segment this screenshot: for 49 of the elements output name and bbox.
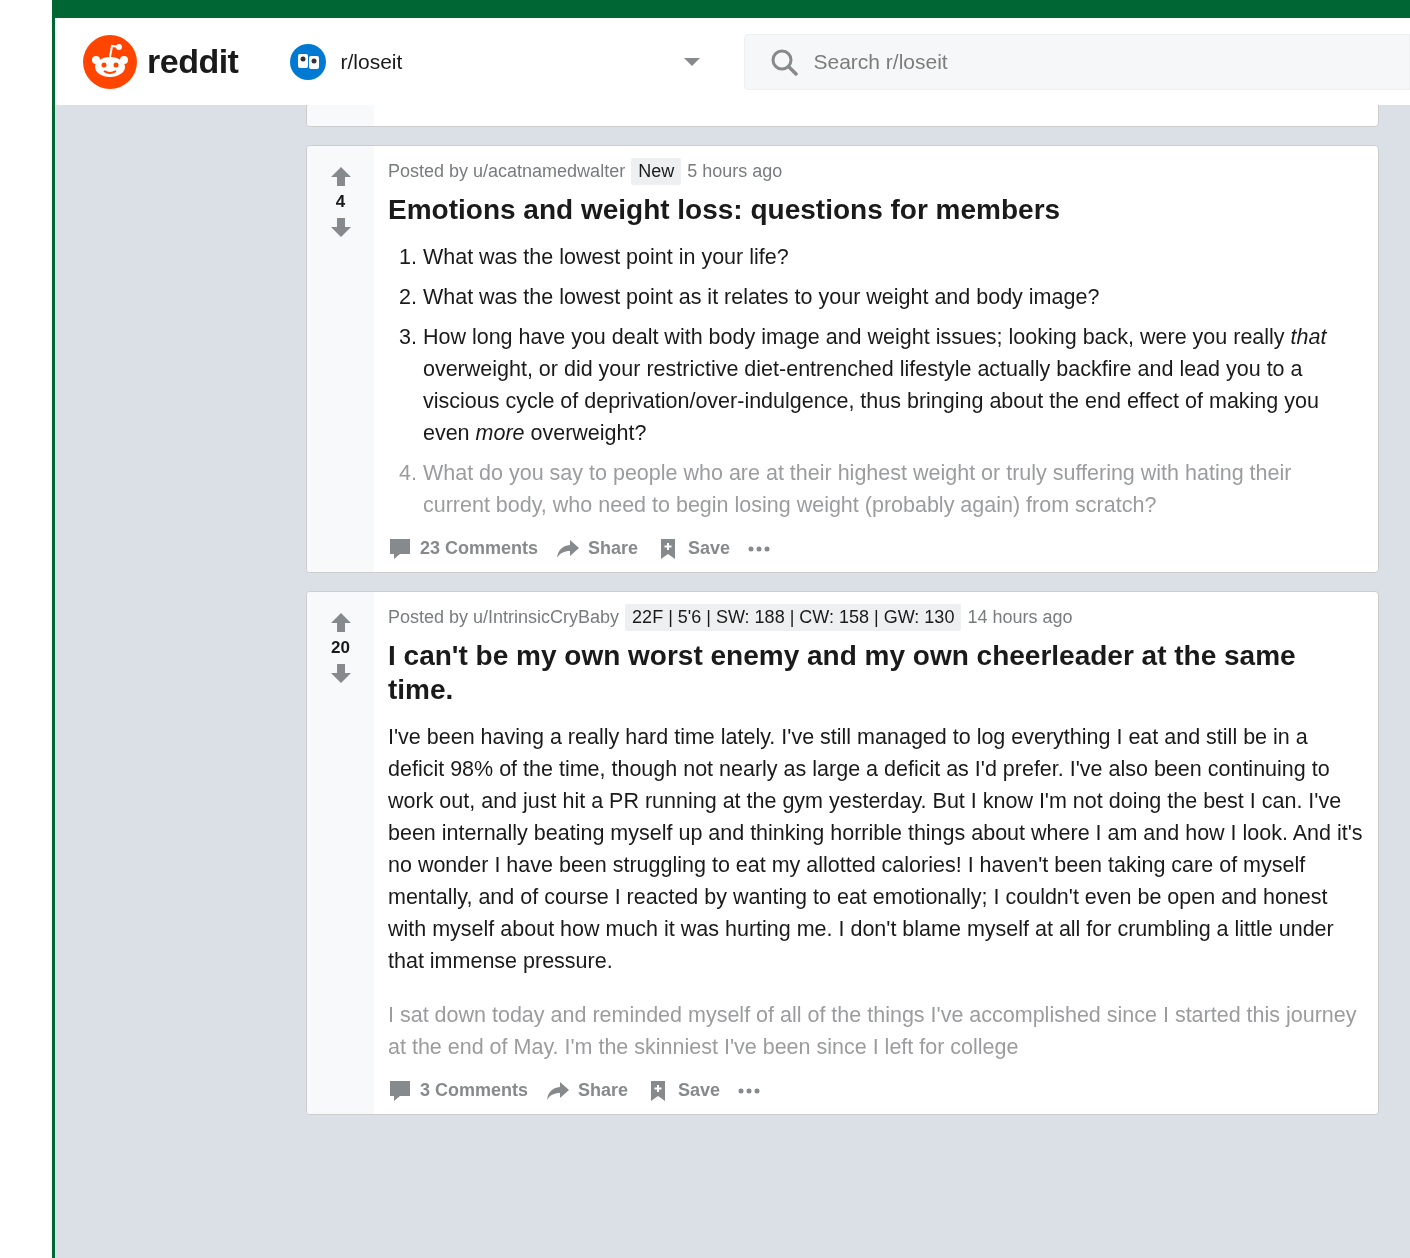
share-icon [546,1079,571,1102]
upvote-button[interactable] [329,612,352,634]
post-title[interactable]: Emotions and weight loss: questions for members [388,193,1364,227]
downvote-icon [329,662,352,684]
list-item-text: What do you say to people who are at their highest weight or truly suffering with hating their current body, who need to begin losing weight (probably again) from scratch? [422,460,1293,519]
share-icon [556,537,581,560]
post-paragraph: I've been having a really hard time lately. I've still managed to log everything I eat and still be in a deficit 98% of the time, though not nearly as large a deficit as I'd prefer. I've also been continuing to work out, and just hit a PR running at the gym yesterday. But I know I'm not doing the best I can. I've been internally beating myself up and thinking horrible things about where I am and how I look. And it's no wonder I have been struggling to eat my allotted calories! I haven't been taking care of myself mentally, and of course I reacted by wanting to eat emotionally; I couldn't even be open and honest with myself about how much it was hurting me. I don't blame myself at all for crumbling a little under that immense pressure. [388,724,1364,975]
post-byline: Posted by u/acatnamedwalter [388,160,626,183]
downvote-button[interactable] [329,662,352,684]
comment-icon [388,537,412,560]
more-options-button[interactable] [738,1087,761,1094]
caret-icon [684,57,701,66]
subreddit-icon [290,43,327,80]
post-title[interactable]: I can't be my own worst enemy and my own cheerleader at the same time. [388,639,1364,707]
list-item-text: How long have you dealt with body image and weight issues; looking back, were you really that overweight, or did your restrictive diet-entrenched lifestyle actually backfire and lead you to a viscious cycle of deprivation/over-indulgence, thus bringing about the end effect of making you even more overweight? [422,324,1328,447]
list-number: 3. [399,324,417,351]
list-item-text: What was the lowest point in your life? [422,244,789,271]
post-paragraph: I sat down today and reminded myself of all of the things I've accomplished since I started this journey at the end of May. I'm the skinniest I've been since I left for college [388,1002,1358,1061]
share-button[interactable]: Share [556,535,639,562]
user-flair: 22F | 5'6 | SW: 188 | CW: 158 | GW: 130 [625,604,962,631]
search-field[interactable]: Search r/loseit [744,33,1410,90]
list-number: 2. [399,284,417,311]
user-flair: New [631,158,682,185]
upvote-icon [329,166,352,188]
save-button[interactable]: Save [656,535,731,562]
comments-button[interactable]: 23 Comments [388,535,539,562]
downvote-button[interactable] [329,216,352,238]
upvote-button[interactable] [329,166,352,188]
search-icon [770,47,799,76]
upvote-icon [329,612,352,634]
share-button[interactable]: Share [546,1077,629,1104]
reddit-logo-text[interactable]: reddit [147,36,239,87]
comments-button[interactable]: 3 Comments [388,1077,529,1104]
vote-count: 20 [331,637,350,659]
list-item-text: What was the lowest point as it relates to your weight and body image? [422,284,1100,311]
list-number: 1. [399,244,417,271]
subreddit-dropdown[interactable]: r/loseit [290,43,711,80]
save-button[interactable]: Save [646,1077,721,1104]
downvote-icon [329,216,352,238]
post-time: 5 hours ago [687,160,783,183]
post-byline: Posted by u/IntrinsicCryBaby [388,606,620,629]
post-time: 14 hours ago [967,606,1073,629]
vote-count: 4 [335,191,346,213]
list-number: 4. [399,460,417,487]
more-options-button[interactable] [748,545,771,552]
more-icon [738,1087,761,1094]
reddit-logo-icon[interactable] [83,34,137,89]
comment-icon [388,1079,412,1102]
more-icon [748,545,771,552]
